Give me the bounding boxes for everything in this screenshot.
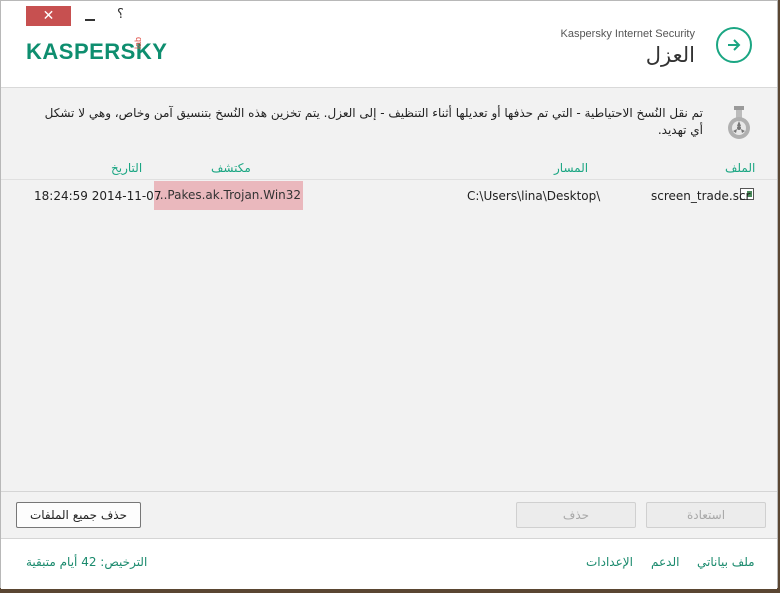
- license-link[interactable]: الترخيص: 42 أيام متبقية: [26, 555, 147, 569]
- support-link[interactable]: الدعم: [651, 555, 679, 569]
- table-row[interactable]: screen_trade.scr C:\Users\lina\Desktop\ …: [1, 181, 777, 211]
- table-header: الملف المسار مكتشف التاريخ: [1, 157, 777, 180]
- col-path[interactable]: المسار: [554, 161, 588, 175]
- app-name: Kaspersky Internet Security: [560, 28, 695, 40]
- footer: ملف بياناتي الدعم الإعدادات الترخيص: 42 …: [1, 538, 777, 589]
- action-bar: حذف جميع الملفات حذف استعادة: [1, 491, 777, 538]
- row-file: screen_trade.scr: [651, 189, 751, 203]
- quarantine-list-area: [1, 211, 777, 491]
- row-date: 18:24:59 2014-11-07: [34, 189, 162, 203]
- restore-button[interactable]: استعادة: [646, 502, 766, 528]
- delete-all-button[interactable]: حذف جميع الملفات: [16, 502, 141, 528]
- kaspersky-logo-lab: lab: [133, 37, 143, 50]
- back-button[interactable]: [716, 27, 752, 63]
- header: ✕ ؟ KASPERSKY lab Kaspersky Internet Sec…: [1, 1, 777, 88]
- col-detected[interactable]: مكتشف: [211, 161, 251, 175]
- col-date[interactable]: التاريخ: [111, 161, 142, 175]
- row-detected: ...Pakes.ak.Trojan.Win32: [154, 181, 303, 210]
- close-button[interactable]: ✕: [26, 6, 71, 26]
- quarantine-window: ✕ ؟ KASPERSKY lab Kaspersky Internet Sec…: [0, 0, 778, 589]
- arrow-right-icon: [728, 39, 741, 51]
- page-title: العزل: [645, 43, 695, 67]
- col-file[interactable]: الملف: [725, 161, 755, 175]
- help-button[interactable]: ؟: [117, 7, 124, 22]
- row-path: C:\Users\lina\Desktop\: [467, 189, 601, 203]
- quarantine-flask-icon: [728, 106, 750, 139]
- kaspersky-logo: KASPERSKY: [26, 39, 168, 64]
- delete-button[interactable]: حذف: [516, 502, 636, 528]
- minimize-button[interactable]: [85, 6, 97, 26]
- my-profile-link[interactable]: ملف بياناتي: [697, 555, 755, 569]
- info-text: تم نقل النُسخ الاحتياطية - التي تم حذفها…: [44, 106, 703, 137]
- settings-link[interactable]: الإعدادات: [586, 555, 633, 569]
